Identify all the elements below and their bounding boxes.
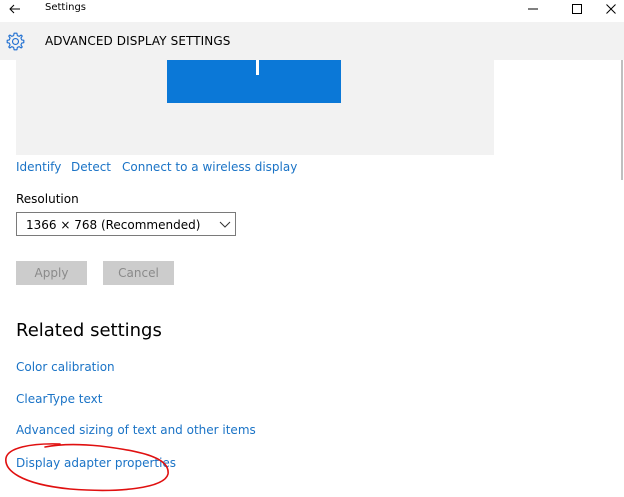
apply-button[interactable]: Apply bbox=[16, 261, 87, 285]
identify-link[interactable]: Identify bbox=[16, 160, 61, 174]
annotation-circle bbox=[5, 443, 169, 492]
close-icon bbox=[606, 4, 616, 14]
window-title: Settings bbox=[45, 2, 87, 13]
back-button[interactable] bbox=[6, 1, 24, 17]
maximize-icon bbox=[572, 4, 582, 14]
resolution-label: Resolution bbox=[16, 192, 79, 206]
advanced-sizing-link[interactable]: Advanced sizing of text and other items bbox=[16, 423, 256, 437]
detect-link[interactable]: Detect bbox=[71, 160, 111, 174]
close-button[interactable] bbox=[596, 0, 624, 18]
minimize-icon bbox=[528, 8, 538, 10]
resolution-selected-value: 1366 × 768 (Recommended) bbox=[26, 218, 201, 232]
title-bar: Settings bbox=[0, 0, 624, 18]
chevron-down-icon bbox=[219, 221, 231, 228]
related-settings-heading: Related settings bbox=[16, 320, 162, 341]
cancel-button[interactable]: Cancel bbox=[103, 261, 174, 285]
gear-icon bbox=[6, 32, 25, 51]
monitor-number-mark bbox=[256, 60, 259, 75]
connect-wireless-display-link[interactable]: Connect to a wireless display bbox=[122, 160, 297, 174]
monitor-1-tile[interactable] bbox=[167, 60, 341, 103]
resolution-dropdown[interactable]: 1366 × 768 (Recommended) bbox=[16, 212, 236, 236]
cleartype-text-link[interactable]: ClearType text bbox=[16, 392, 102, 406]
settings-window: Settings ADVANCED DISPLAY SETTINGS Ident… bbox=[0, 0, 624, 497]
color-calibration-link[interactable]: Color calibration bbox=[16, 360, 115, 374]
minimize-button[interactable] bbox=[518, 0, 548, 18]
back-arrow-icon bbox=[9, 4, 20, 14]
page-title: ADVANCED DISPLAY SETTINGS bbox=[45, 34, 231, 48]
page-header: ADVANCED DISPLAY SETTINGS bbox=[0, 22, 624, 60]
maximize-button[interactable] bbox=[562, 0, 592, 18]
scrollbar-thumb[interactable] bbox=[621, 60, 623, 180]
